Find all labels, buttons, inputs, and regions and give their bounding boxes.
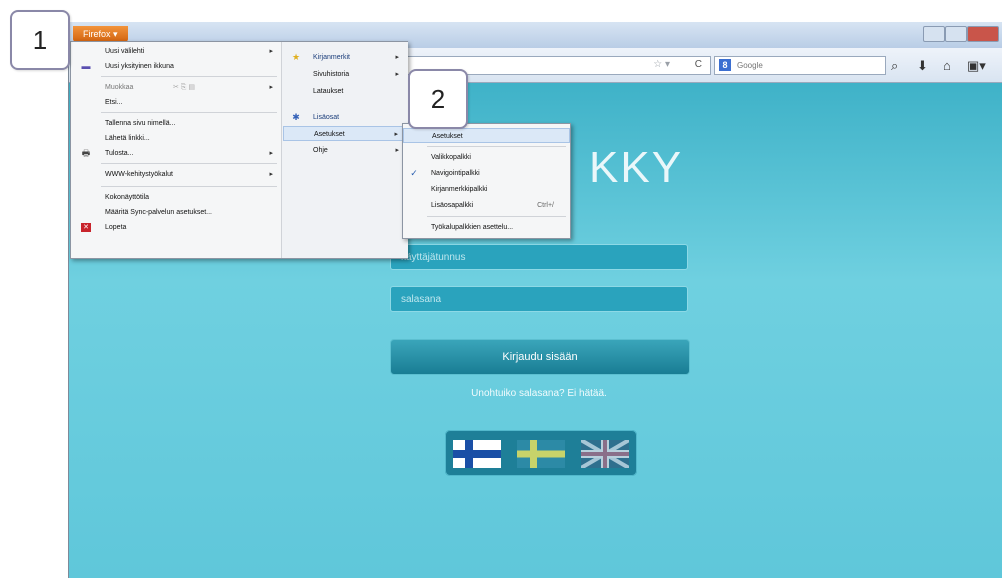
- uk-flag-icon[interactable]: [581, 440, 629, 468]
- submenu-item-bookmarks-bar[interactable]: Kirjanmerkkipalkki: [403, 182, 570, 197]
- submenu-item-options[interactable]: Asetukset: [403, 128, 570, 143]
- menu-separator: [101, 76, 277, 77]
- private-window-icon: ▬: [81, 61, 91, 71]
- menu-item-find[interactable]: Etsi...: [71, 95, 281, 110]
- submenu-item-menu-bar[interactable]: Valikkopalkki: [403, 150, 570, 165]
- submenu-item-addon-bar[interactable]: Lisäosapalkki Ctrl+/: [403, 198, 570, 213]
- finnish-flag-icon[interactable]: [453, 440, 501, 468]
- maximize-button[interactable]: [945, 26, 967, 42]
- username-field[interactable]: käyttäjätunnus: [390, 244, 688, 270]
- site-logo: KKY: [589, 143, 684, 192]
- password-field[interactable]: salasana: [390, 286, 688, 312]
- search-icon[interactable]: ⌕: [891, 58, 898, 74]
- menu-item-web-developer[interactable]: WWW-kehitystyökalut ▸: [71, 167, 281, 182]
- edit-icons: ✂ ⎘ ▤: [173, 84, 195, 91]
- search-input[interactable]: [737, 58, 877, 72]
- menu-item-options[interactable]: Asetukset ▸: [283, 126, 407, 141]
- menu-item-sync-setup[interactable]: Määritä Sync-palvelun asetukset...: [71, 205, 281, 220]
- addon-bar-shortcut: Ctrl+/: [537, 202, 554, 209]
- printer-icon: 🖶: [81, 148, 91, 158]
- menu-separator: [101, 186, 277, 187]
- search-box[interactable]: 8: [714, 56, 886, 75]
- menu-item-quit[interactable]: ✕ Lopeta: [71, 220, 281, 235]
- menu-separator: [427, 146, 566, 147]
- firefox-menu-button[interactable]: Firefox ▾: [73, 26, 128, 42]
- callout-1: 1: [10, 10, 70, 70]
- google-icon: 8: [719, 59, 731, 71]
- menu-separator: [427, 216, 566, 217]
- menu-item-send-link[interactable]: Lähetä linkki...: [71, 131, 281, 146]
- menu-separator: [101, 163, 277, 164]
- bookmarks-star-icon: ★: [291, 52, 301, 62]
- menu-item-save-page[interactable]: Tallenna sivu nimellä...: [71, 116, 281, 131]
- login-button[interactable]: Kirjaudu sisään: [390, 339, 690, 375]
- menu-item-history[interactable]: Sivuhistoria ▸: [283, 67, 407, 82]
- home-icon[interactable]: ⌂: [943, 58, 951, 73]
- menu-item-bookmarks[interactable]: ★ Kirjanmerkit ▸: [283, 50, 407, 65]
- forgot-password-link[interactable]: Unohtuiko salasana? Ei hätää.: [390, 388, 688, 399]
- menu-separator: [101, 112, 277, 113]
- swedish-flag-icon[interactable]: [517, 440, 565, 468]
- menu-item-downloads[interactable]: Lataukset: [283, 84, 407, 99]
- menu-item-full-screen[interactable]: Kokonäyttötila: [71, 190, 281, 205]
- minimize-button[interactable]: [923, 26, 945, 42]
- close-button[interactable]: [967, 26, 999, 42]
- download-icon[interactable]: ⬇: [917, 58, 928, 74]
- star-icon[interactable]: ☆ ▾: [653, 59, 670, 70]
- submenu-item-navigation-bar[interactable]: ✓ Navigointipalkki: [403, 166, 570, 181]
- menu-item-new-tab[interactable]: Uusi välilehti ▸: [71, 44, 281, 59]
- quit-icon: ✕: [81, 223, 91, 232]
- menu-item-print[interactable]: 🖶 Tulosta... ▸: [71, 146, 281, 161]
- reload-icon[interactable]: C: [695, 59, 702, 70]
- callout-2: 2: [408, 69, 468, 129]
- menu-item-edit[interactable]: Muokkaa ✂ ⎘ ▤ ▸: [71, 80, 281, 95]
- menu-item-help[interactable]: Ohje ▸: [283, 143, 407, 158]
- menu-item-addons[interactable]: ✱ Lisäosat: [283, 110, 407, 125]
- language-selector: [445, 430, 637, 476]
- firefox-main-menu: Uusi välilehti ▸ ▬ Uusi yksityinen ikkuna…: [70, 41, 408, 259]
- menu-item-private-window[interactable]: ▬ Uusi yksityinen ikkuna: [71, 59, 281, 74]
- checkmark-icon: ✓: [410, 168, 418, 178]
- bookmarks-menu-icon[interactable]: ▣▾: [967, 58, 986, 74]
- addons-puzzle-icon: ✱: [292, 112, 300, 122]
- options-submenu: Asetukset Valikkopalkki ✓ Navigointipalk…: [402, 123, 571, 239]
- submenu-item-customize[interactable]: Työkalupalkkien asettelu...: [403, 220, 570, 235]
